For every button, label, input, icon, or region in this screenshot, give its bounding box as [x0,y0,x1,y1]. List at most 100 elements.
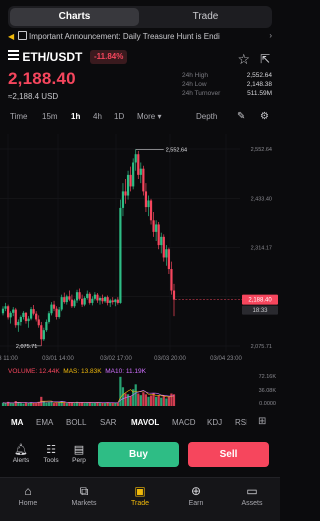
tab-charts[interactable]: Charts [10,8,139,26]
volume-bar [147,396,150,406]
indicator-ema[interactable]: EMA [36,418,53,427]
indicator-macd[interactable]: MACD [172,418,196,427]
tf-4h[interactable]: 4h [93,112,102,121]
alerts-button[interactable]: 🔔︎ Alerts [8,443,34,464]
nav-earn[interactable]: ⊕ Earn [171,484,221,507]
volume-bar [103,403,107,406]
candle [162,236,165,258]
nav-assets[interactable]: ▭ Assets [227,484,277,507]
share-icon[interactable]: ⇱ [260,52,270,66]
candle [155,224,158,232]
tf-time[interactable]: Time [10,112,27,121]
candle [109,300,112,303]
document-icon [18,31,27,40]
tools-button[interactable]: ☷ Tools [38,443,64,464]
tf-1d[interactable]: 1D [114,112,124,121]
tab-depth[interactable]: Depth [196,112,217,121]
volume-axis-label: 36.08K [259,388,277,394]
candle [73,300,76,307]
indicator-sar[interactable]: SAR [100,418,116,427]
indicator-mavol[interactable]: MAVOL [131,418,159,427]
indicator-boll[interactable]: BOLL [66,418,86,427]
volume-bar [14,401,17,406]
pair-menu-icon[interactable] [8,50,19,62]
candle [137,154,140,175]
volume-bar [86,402,89,406]
nav-home[interactable]: ⌂ Home [3,484,53,507]
nav-trade[interactable]: ▣ Trade [115,484,165,507]
sell-button[interactable]: Sell [188,442,269,467]
volume-axis-label: 0.0000 [259,401,276,407]
candle [134,154,137,163]
y-tick-label: 2,314.17 [251,246,272,252]
candle [52,304,56,309]
volume-bar [160,397,163,406]
candle [42,330,45,340]
candle [98,297,102,301]
candle [81,298,84,305]
candle [129,174,132,187]
candle [160,236,163,246]
tab-trade[interactable]: Trade [141,8,270,26]
price-chart[interactable]: 2,552.642,433.402,314.172,194.932,075.71… [0,134,280,366]
candle [96,294,99,301]
tf-15m[interactable]: 15m [42,112,58,121]
star-icon[interactable]: ☆ [237,51,250,68]
volume-bar [22,403,25,406]
x-tick-label: 03/03 20:00 [154,356,186,362]
candle [75,292,79,301]
tf-more[interactable]: More ▾ [137,112,161,121]
candle [86,293,89,298]
candle [65,296,68,303]
volume-bar [134,384,137,406]
candle [24,312,28,322]
candle [103,297,107,302]
candle [68,296,71,300]
volume-bar [165,398,168,406]
candle [147,200,150,208]
y-tick-label: 2,552.64 [251,147,272,153]
chevron-right-icon: › [269,31,272,40]
indicator-settings-icon[interactable]: ⊞ [258,416,266,427]
candle [144,191,148,208]
volume-bar [45,402,48,406]
tools-icon: ☷ [46,444,56,456]
y-tick-label: 2,075.71 [251,344,272,350]
volume-bar [152,393,155,406]
volume-bar [129,396,132,406]
volume-bar [63,402,66,406]
announcement-bar[interactable]: ◀ Important Announcement: Daily Treasure … [8,31,272,45]
candle [27,318,30,322]
volume-bar [149,395,153,406]
buy-button[interactable]: Buy [98,442,179,467]
indicator-bar: MA EMA BOLL SAR MAVOL MACD KDJ RSI ⊞ [0,416,280,430]
volume-bar [65,403,68,406]
indicator-ma[interactable]: MA [11,418,23,427]
candle [116,299,119,303]
volume-bar [32,402,35,406]
candle [91,298,94,303]
candle [19,316,22,322]
volume-bar [109,402,112,406]
pencil-icon[interactable]: ✎ [237,111,245,122]
indicator-rsi[interactable]: RSI [235,418,247,427]
volume-bar [142,392,145,406]
candle [55,308,58,317]
pair-header[interactable]: ETH/USDT -11.84% [8,50,128,66]
candle [157,224,160,246]
candle [167,249,170,270]
x-tick-label: 3 11:00 [0,356,18,362]
tf-1h[interactable]: 1h [71,112,80,121]
volume-value: VOLUME: 12.44K [8,368,60,375]
candle [22,312,25,317]
perp-button[interactable]: ▤ Perp [66,443,92,464]
candle [111,300,114,303]
candle [132,162,135,187]
indicator-kdj[interactable]: KDJ [207,418,222,427]
volume-bar [78,402,81,406]
candle [119,207,122,303]
candle [37,319,40,326]
settings-icon[interactable]: ⚙ [260,111,269,122]
volume-bar [144,394,148,406]
nav-markets[interactable]: ⧉ Markets [59,484,109,507]
